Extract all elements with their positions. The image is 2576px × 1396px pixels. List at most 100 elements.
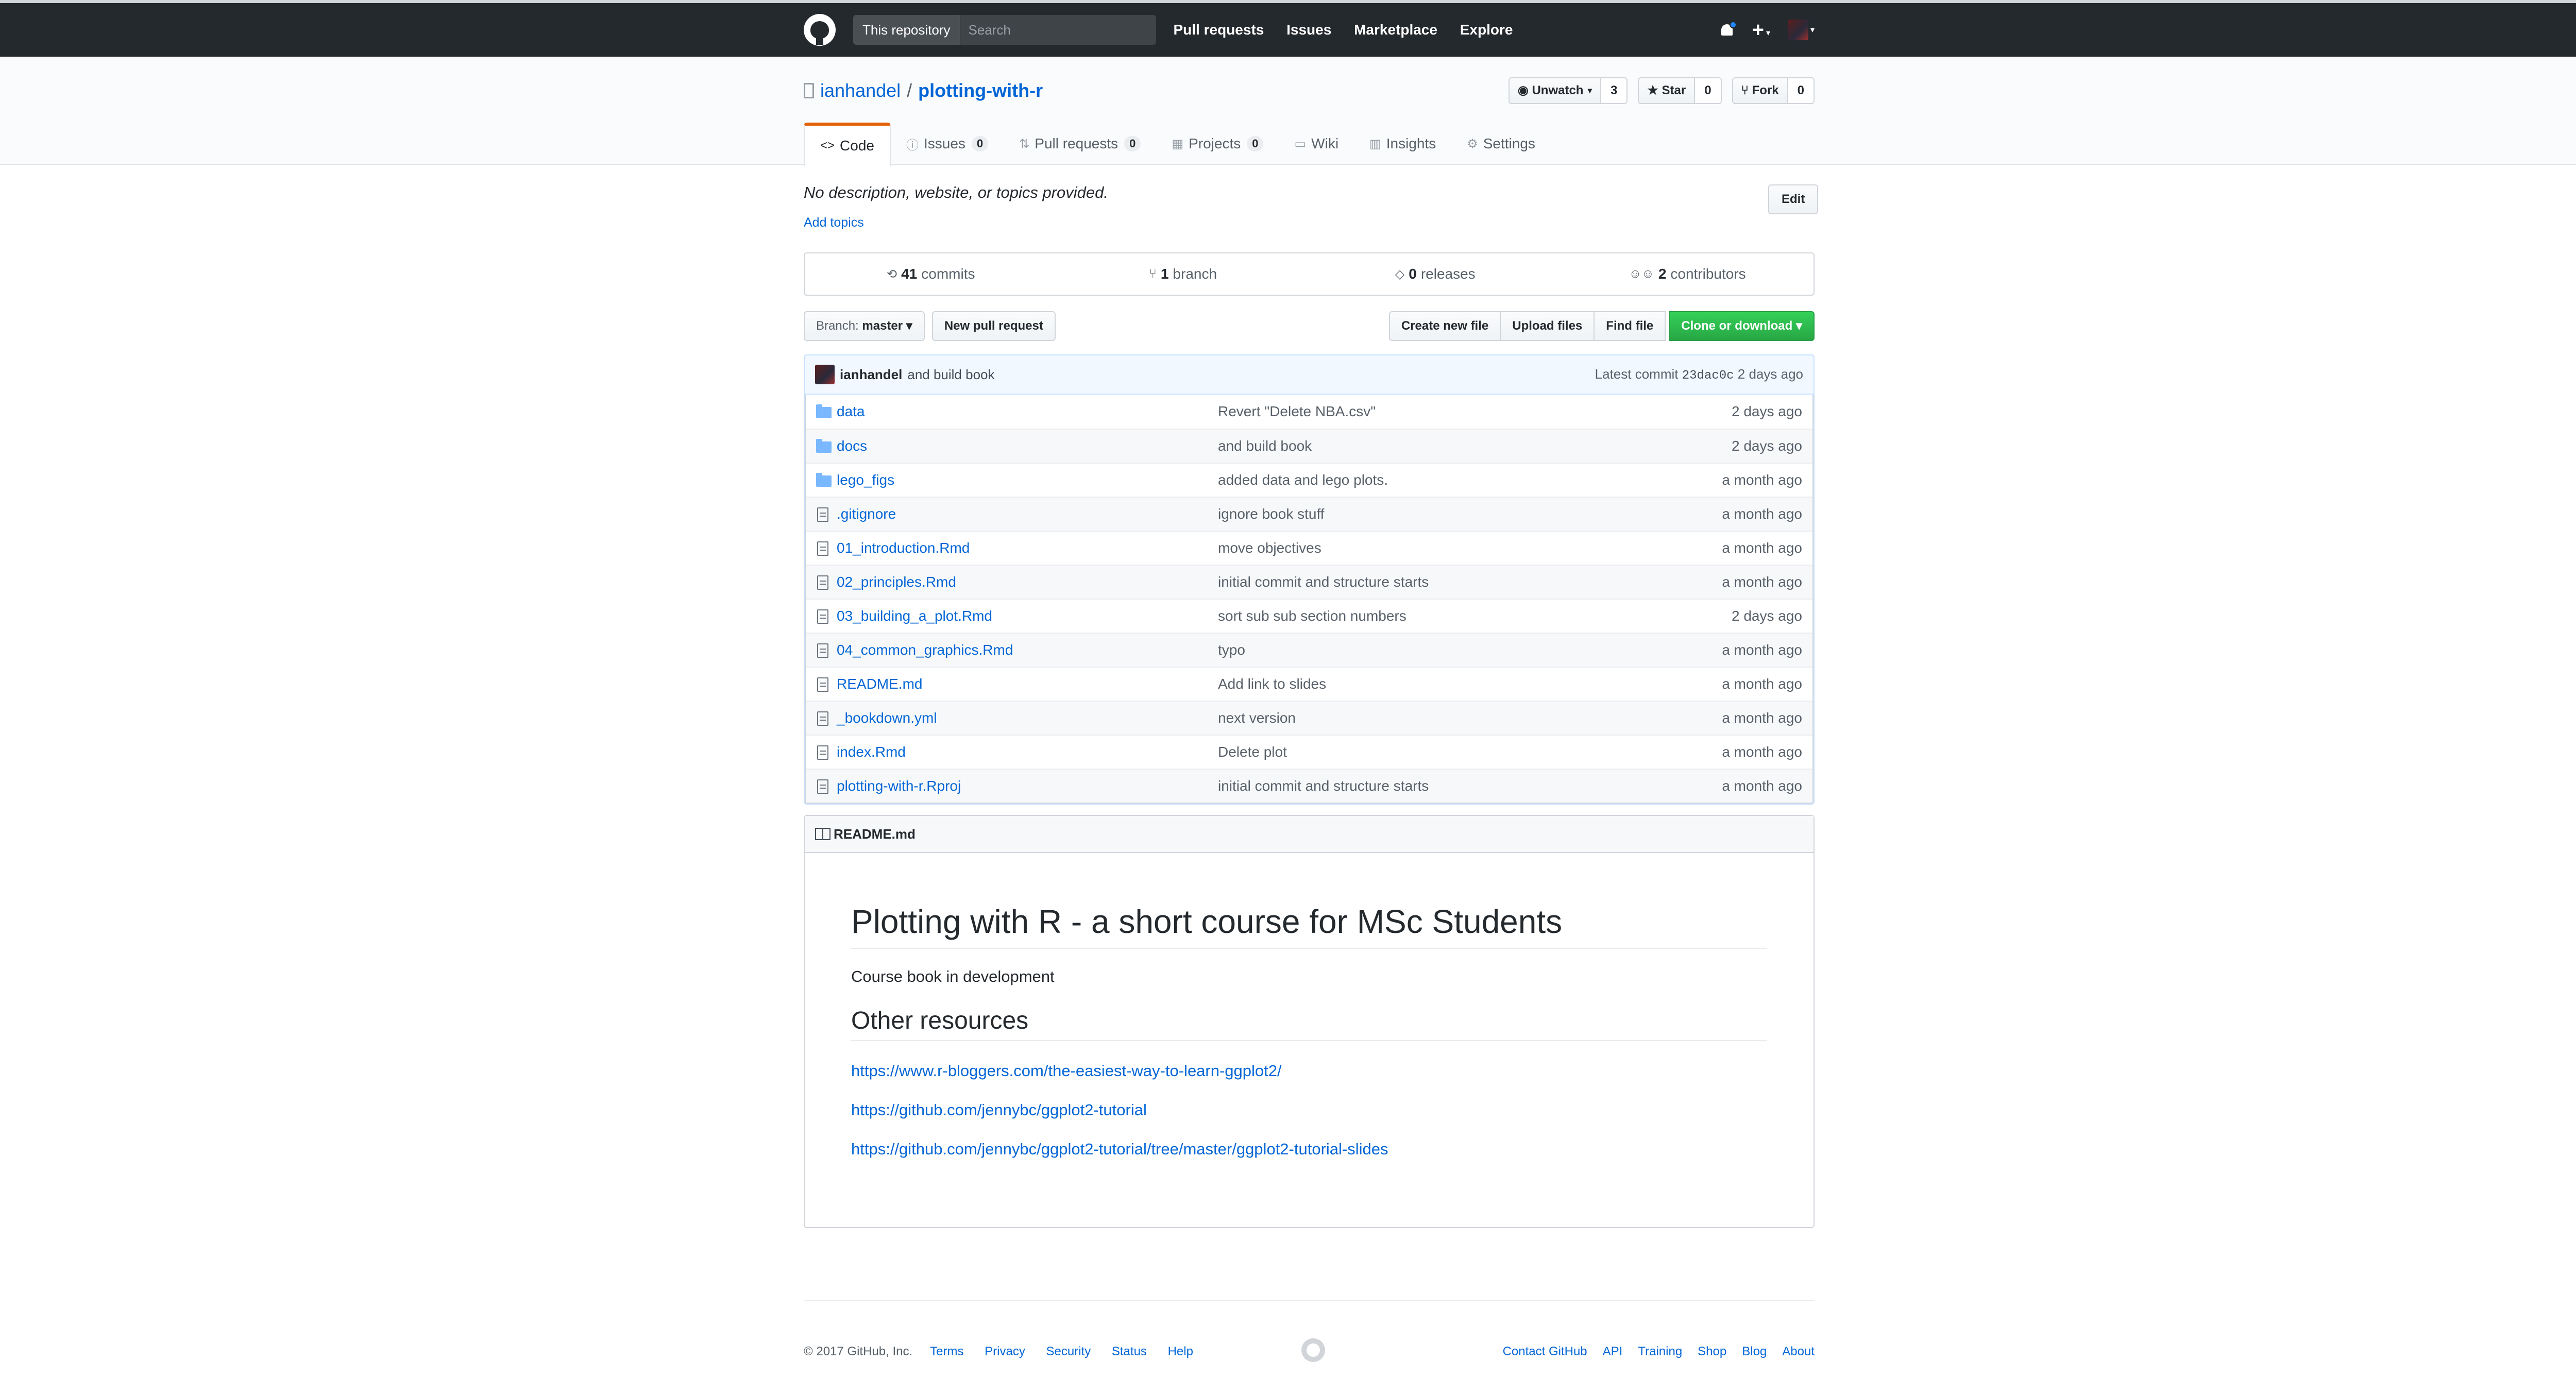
- file-commit-message[interactable]: next version: [1218, 710, 1722, 726]
- search-input[interactable]: [960, 15, 1156, 45]
- new-pull-request-button[interactable]: New pull request: [931, 311, 1056, 341]
- commit-sha-link[interactable]: 23dac0c: [1682, 369, 1734, 383]
- watchers-count[interactable]: 3: [1601, 78, 1627, 103]
- file-name-link[interactable]: index.Rmd: [837, 744, 1218, 760]
- file-age: 2 days ago: [1732, 608, 1802, 624]
- footer-link-about[interactable]: About: [1782, 1344, 1815, 1359]
- file-commit-message[interactable]: Delete plot: [1218, 744, 1722, 760]
- branch-select-button[interactable]: Branch: master ▾: [804, 311, 925, 341]
- branches-summary[interactable]: ⑂ 1 branch: [1057, 253, 1310, 295]
- plus-icon: +: [1752, 19, 1764, 41]
- avatar[interactable]: [815, 365, 835, 384]
- user-menu[interactable]: ▾: [1787, 20, 1815, 40]
- tab-issues[interactable]: ⓘ Issues 0: [891, 123, 1004, 165]
- tab-settings[interactable]: ⚙ Settings: [1451, 123, 1551, 165]
- edit-description-button[interactable]: Edit: [1768, 184, 1819, 214]
- file-name-link[interactable]: 01_introduction.Rmd: [837, 540, 1218, 556]
- commits-summary[interactable]: ⟲ 41 commits: [805, 253, 1057, 295]
- file-name-link[interactable]: lego_figs: [837, 472, 1218, 488]
- file-commit-message[interactable]: Add link to slides: [1218, 676, 1722, 692]
- file-commit-message[interactable]: typo: [1218, 642, 1722, 658]
- chevron-down-icon: ▾: [1795, 319, 1802, 333]
- github-mark-icon[interactable]: [1301, 1338, 1325, 1362]
- tab-wiki[interactable]: ▭ Wiki: [1279, 123, 1354, 165]
- nav-issues[interactable]: Issues: [1286, 22, 1331, 38]
- file-age: a month ago: [1722, 778, 1802, 794]
- file-commit-message[interactable]: added data and lego plots.: [1218, 472, 1722, 488]
- nav-pull-requests[interactable]: Pull requests: [1174, 22, 1264, 38]
- tab-code[interactable]: <> Code: [804, 123, 891, 166]
- file-commit-message[interactable]: and build book: [1218, 438, 1732, 454]
- footer-link-terms[interactable]: Terms: [930, 1344, 963, 1358]
- watch-control: ◉ Unwatch ▾ 3: [1508, 77, 1628, 104]
- footer-right-links: Contact GitHub API Training Shop Blog Ab…: [1503, 1344, 1815, 1359]
- file-name-link[interactable]: .gitignore: [837, 506, 1218, 522]
- resource-link[interactable]: https://www.r-bloggers.com/the-easiest-w…: [851, 1062, 1282, 1080]
- file-age: a month ago: [1722, 506, 1802, 522]
- tab-insights[interactable]: ▥ Insights: [1354, 123, 1451, 165]
- file-name-link[interactable]: 02_principles.Rmd: [837, 574, 1218, 590]
- avatar: [1787, 20, 1808, 40]
- stars-count[interactable]: 0: [1695, 78, 1721, 103]
- footer-link-help[interactable]: Help: [1168, 1344, 1193, 1358]
- footer-link-training[interactable]: Training: [1638, 1344, 1682, 1359]
- file-name-link[interactable]: README.md: [837, 676, 1218, 692]
- footer-link-contact[interactable]: Contact GitHub: [1503, 1344, 1587, 1359]
- issue-icon: ⓘ: [906, 138, 919, 152]
- readme-header: README.md: [805, 816, 1814, 853]
- chevron-down-icon: ▾: [1766, 28, 1770, 38]
- releases-summary[interactable]: ◇ 0 releases: [1309, 253, 1562, 295]
- repo-name-link[interactable]: plotting-with-r: [918, 80, 1043, 101]
- tab-pull-requests[interactable]: ⇅ Pull requests 0: [1004, 123, 1156, 165]
- file-commit-message[interactable]: Revert "Delete NBA.csv": [1218, 403, 1732, 420]
- repo-owner-link[interactable]: ianhandel: [820, 80, 901, 101]
- file-name-link[interactable]: data: [837, 403, 1218, 420]
- forks-count[interactable]: 0: [1788, 78, 1814, 103]
- file-name-link[interactable]: plotting-with-r.Rproj: [837, 778, 1218, 794]
- create-new-file-button[interactable]: Create new file: [1388, 311, 1501, 341]
- commit-message[interactable]: and build book: [907, 367, 994, 383]
- fork-button[interactable]: ⑂ Fork: [1733, 78, 1788, 103]
- file-commit-message[interactable]: sort sub sub section numbers: [1218, 608, 1732, 624]
- star-button[interactable]: ★ Star: [1639, 78, 1696, 103]
- file-age: 2 days ago: [1732, 403, 1802, 419]
- footer-link-blog[interactable]: Blog: [1742, 1344, 1767, 1359]
- footer-link-api[interactable]: API: [1603, 1344, 1623, 1359]
- upload-files-button[interactable]: Upload files: [1500, 311, 1595, 341]
- unwatch-button[interactable]: ◉ Unwatch ▾: [1509, 78, 1601, 103]
- footer-link-privacy[interactable]: Privacy: [985, 1344, 1025, 1358]
- github-logo-icon[interactable]: [804, 14, 836, 46]
- footer-link-shop[interactable]: Shop: [1698, 1344, 1726, 1359]
- file-name-link[interactable]: docs: [837, 438, 1218, 454]
- file-row: README.md Add link to slides a month ago: [806, 667, 1812, 701]
- chevron-down-icon: ▾: [906, 319, 912, 333]
- find-file-button[interactable]: Find file: [1594, 311, 1666, 341]
- resource-link[interactable]: https://github.com/jennybc/ggplot2-tutor…: [851, 1101, 1147, 1119]
- file-name-link[interactable]: 04_common_graphics.Rmd: [837, 642, 1218, 658]
- footer-link-security[interactable]: Security: [1046, 1344, 1091, 1358]
- search-scope-label: This repository: [853, 15, 960, 45]
- code-icon: <>: [820, 139, 835, 152]
- notification-bell-icon[interactable]: [1719, 21, 1737, 39]
- file-commit-message[interactable]: initial commit and structure starts: [1218, 778, 1722, 794]
- file-row: index.Rmd Delete plot a month ago: [806, 735, 1812, 769]
- tab-projects[interactable]: ▦ Projects 0: [1156, 123, 1279, 165]
- folder-icon: [816, 439, 832, 453]
- file-name-link[interactable]: 03_building_a_plot.Rmd: [837, 608, 1218, 624]
- file-commit-message[interactable]: initial commit and structure starts: [1218, 574, 1722, 590]
- file-name-link[interactable]: _bookdown.yml: [837, 710, 1218, 726]
- nav-explore[interactable]: Explore: [1460, 22, 1513, 38]
- commit-author-link[interactable]: ianhandel: [840, 367, 902, 383]
- nav-marketplace[interactable]: Marketplace: [1354, 22, 1437, 38]
- add-topics-link[interactable]: Add topics: [804, 215, 1815, 230]
- clone-or-download-button[interactable]: Clone or download ▾: [1669, 311, 1815, 341]
- projects-counter: 0: [1247, 136, 1264, 151]
- footer-link-status[interactable]: Status: [1112, 1344, 1147, 1358]
- path-separator: /: [907, 80, 912, 101]
- contributors-summary[interactable]: ☺☺ 2 contributors: [1562, 253, 1814, 295]
- folder-icon: [816, 473, 832, 487]
- create-new-menu[interactable]: + ▾: [1752, 20, 1770, 40]
- resource-link[interactable]: https://github.com/jennybc/ggplot2-tutor…: [851, 1140, 1388, 1158]
- file-commit-message[interactable]: ignore book stuff: [1218, 506, 1722, 522]
- file-commit-message[interactable]: move objectives: [1218, 540, 1722, 556]
